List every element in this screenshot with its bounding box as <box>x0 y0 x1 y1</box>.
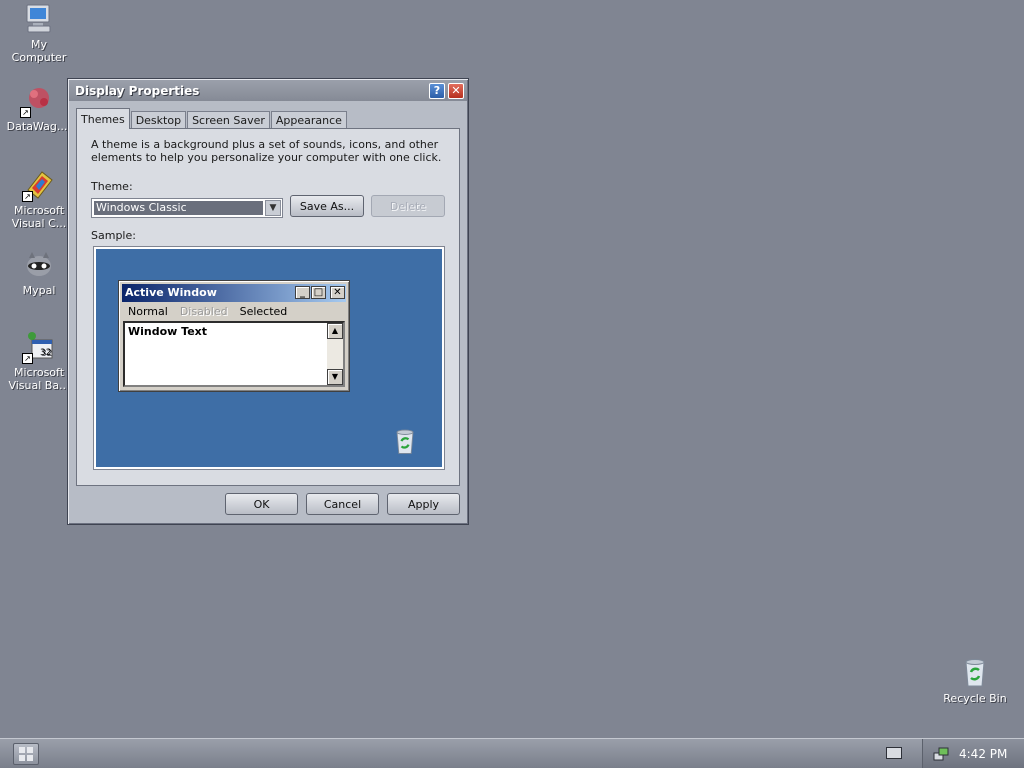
sample-menu-bar: Normal Disabled Selected <box>124 304 295 320</box>
help-button[interactable]: ? <box>429 82 445 99</box>
desktop-icon-mypal[interactable]: Mypal <box>3 248 75 297</box>
apply-button[interactable]: Apply <box>387 493 460 515</box>
window-titlebar[interactable]: Display Properties ? ✕ <box>69 80 467 101</box>
themes-panel: A theme is a background plus a set of so… <box>76 128 460 486</box>
desktop-icon-visual-basic[interactable]: 32 ↗ Microsoft Visual Ba... <box>3 330 75 392</box>
theme-sample-preview: Active Window _ □ ✕ Normal Disabled Sele… <box>93 246 445 470</box>
theme-dropdown-value: Windows Classic <box>94 201 263 215</box>
delete-button-label: Delete <box>389 199 427 213</box>
start-grid-icon <box>19 747 25 753</box>
sample-menu-disabled: Disabled <box>179 305 228 318</box>
desktop-icon-label: Microsoft Visual C... <box>11 204 67 230</box>
recycle-bin-icon <box>390 427 420 457</box>
desktop-icon-visual-c[interactable]: ↗ Microsoft Visual C... <box>3 168 75 230</box>
sample-menu-normal: Normal <box>128 305 168 318</box>
minimize-icon: _ <box>295 286 310 299</box>
recycle-bin-icon <box>958 656 992 690</box>
system-tray: 4:42 PM <box>922 739 1024 768</box>
desktop-icon-my-computer[interactable]: My Computer <box>3 2 75 64</box>
scroll-down-icon: ▼ <box>327 369 343 385</box>
tab-desktop[interactable]: Desktop <box>130 111 187 129</box>
taskbar-clock[interactable]: 4:42 PM <box>959 739 1007 768</box>
desktop-icon-recycle-bin[interactable]: Recycle Bin <box>938 656 1012 705</box>
display-properties-window: Display Properties ? ✕ Themes Desktop Sc… <box>67 78 469 525</box>
desktop-icon-label: Microsoft Visual Ba... <box>8 366 70 392</box>
shortcut-arrow-icon: ↗ <box>22 191 33 202</box>
desktop-icon-label: DataWag... <box>6 120 68 133</box>
maximize-icon: □ <box>311 286 326 299</box>
scroll-up-icon: ▲ <box>327 323 343 339</box>
desktop-icon-datawag[interactable]: ↗ DataWag... <box>1 84 73 133</box>
themes-description: A theme is a background plus a set of so… <box>91 138 442 164</box>
close-icon: ✕ <box>451 84 461 97</box>
sample-window-title: Active Window _ □ ✕ <box>122 284 346 302</box>
ok-button[interactable]: OK <box>225 493 298 515</box>
sample-window-client: Window Text ▲ ▼ <box>123 321 345 387</box>
svg-text:32: 32 <box>40 348 51 358</box>
desktop-icon-label: My Computer <box>11 38 67 64</box>
desktop-icon-label: Mypal <box>22 284 56 297</box>
datawag-icon: ↗ <box>20 84 54 118</box>
start-button[interactable] <box>13 743 39 765</box>
close-button[interactable]: ✕ <box>448 82 464 99</box>
visual-basic-icon: 32 ↗ <box>22 330 56 364</box>
help-icon: ? <box>433 84 441 97</box>
tab-strip: Themes Desktop Screen Saver Appearance <box>76 108 348 129</box>
network-icon[interactable] <box>933 746 949 762</box>
tab-appearance[interactable]: Appearance <box>270 111 347 129</box>
delete-button: Delete <box>371 195 445 217</box>
taskbar: 4:42 PM <box>0 738 1024 768</box>
visual-c-icon: ↗ <box>22 168 56 202</box>
tab-themes[interactable]: Themes <box>76 108 130 129</box>
sample-window-title-text: Active Window <box>125 286 217 299</box>
sample-label: Sample: <box>91 229 136 242</box>
my-computer-icon <box>22 2 56 36</box>
desktop-icon-label: Recycle Bin <box>943 692 1007 705</box>
sample-active-window: Active Window _ □ ✕ Normal Disabled Sele… <box>118 280 350 392</box>
theme-dropdown[interactable]: Windows Classic ▼ <box>91 198 283 218</box>
sample-scrollbar: ▲ ▼ <box>327 323 343 385</box>
shortcut-arrow-icon: ↗ <box>22 353 33 364</box>
window-title: Display Properties <box>75 83 200 98</box>
sample-window-text: Window Text <box>128 325 208 338</box>
cancel-button[interactable]: Cancel <box>306 493 379 515</box>
keyboard-icon[interactable] <box>886 747 902 759</box>
tab-screen-saver[interactable]: Screen Saver <box>187 111 270 129</box>
close-icon: ✕ <box>330 286 345 299</box>
save-as-button[interactable]: Save As... <box>290 195 364 217</box>
mypal-icon <box>22 248 56 282</box>
chevron-down-icon[interactable]: ▼ <box>265 200 281 216</box>
sample-menu-selected: Selected <box>239 305 288 318</box>
shortcut-arrow-icon: ↗ <box>20 107 31 118</box>
theme-label: Theme: <box>91 180 133 193</box>
